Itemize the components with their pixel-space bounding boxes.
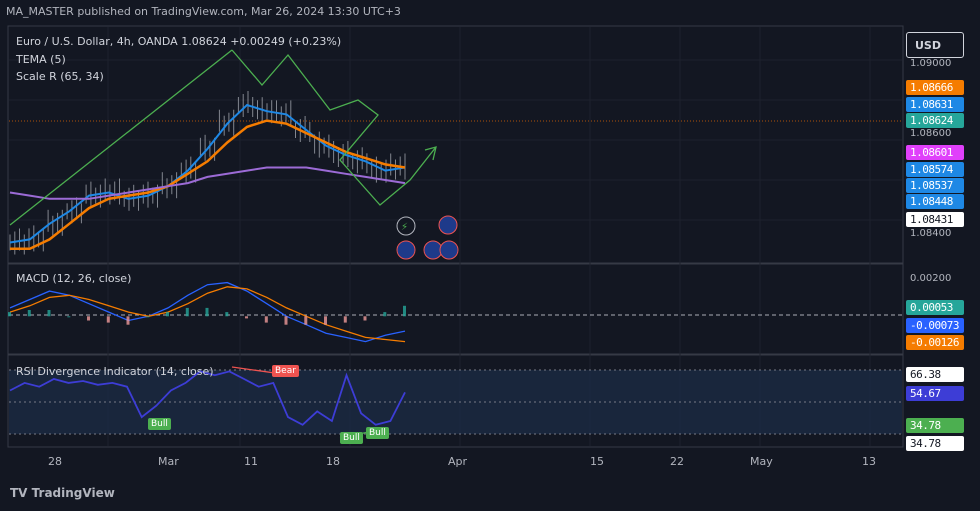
price-tick-label: 1.08600 [910, 128, 952, 139]
macd-histogram-bar [343, 316, 347, 323]
price-tick-label: 1.08400 [910, 228, 952, 239]
macd-pane-frame [7, 263, 904, 355]
chart-canvas: ⚡ [7, 25, 904, 448]
tv-logo-text: TradingView [31, 486, 115, 500]
price-tag-label: 0.00053 [906, 300, 964, 315]
event-icon-glyph: ⚡ [401, 222, 408, 233]
price-tick-label: 1.09000 [910, 58, 952, 69]
price-tag-label: 54.67 [906, 386, 964, 401]
macd-histogram-bar [8, 312, 11, 317]
macd-histogram-bar [383, 312, 387, 317]
price-tag-label: 1.08601 [906, 145, 964, 160]
main-legend-scale: Scale R (65, 34) [16, 70, 104, 83]
price-tag-label: 1.08666 [906, 80, 964, 95]
time-tick-label: 18 [326, 455, 340, 468]
time-tick-label: 22 [670, 455, 684, 468]
currency-button[interactable]: USD [906, 32, 964, 58]
main-legend-title: Euro / U.S. Dollar, 4h, OANDA 1.08624 +0… [16, 35, 342, 48]
time-tick-label: Apr [448, 455, 468, 468]
rsi-legend: RSI Divergence Indicator (14, close) [16, 365, 214, 378]
macd-histogram-bar [67, 316, 71, 318]
time-tick-label: 11 [244, 455, 258, 468]
tv-logo-icon: 𝗧𝗩 [10, 486, 32, 500]
publish-header: MA_MASTER published on TradingView.com, … [6, 5, 401, 18]
macd-histogram-bar [47, 310, 51, 317]
time-tick-label: Mar [158, 455, 179, 468]
main-legend-tema: TEMA (5) [16, 53, 66, 66]
price-tick-label: 0.00200 [910, 273, 952, 284]
macd-histogram-bar [27, 310, 31, 317]
bull-marker: Bull [148, 418, 171, 430]
flag-icon [439, 240, 459, 260]
macd-histogram-bar [146, 316, 150, 318]
time-tick-label: 13 [862, 455, 876, 468]
price-tag-label: 1.08624 [906, 113, 964, 128]
macd-histogram-bar [403, 305, 406, 317]
price-tag-label: 34.78 [906, 436, 964, 451]
macd-histogram-bar [324, 316, 327, 325]
macd-histogram-bar [245, 316, 248, 319]
macd-histogram-bar [185, 307, 189, 317]
flag-icon [438, 215, 458, 235]
bull-marker: Bull [366, 427, 389, 439]
time-tick-label: 28 [48, 455, 62, 468]
price-tag-label: 1.08537 [906, 178, 964, 193]
flag-icon [423, 240, 443, 260]
price-tag-label: 1.08574 [906, 162, 964, 177]
time-tick-label: May [750, 455, 773, 468]
price-tag-label: 66.38 [906, 367, 964, 382]
macd-histogram-bar [264, 316, 268, 323]
macd-histogram-bar [106, 316, 110, 323]
price-tag-label: -0.00073 [906, 318, 964, 333]
macd-histogram-bar [284, 316, 288, 325]
bull-marker: Bull [340, 432, 363, 444]
macd-histogram-bar [126, 316, 130, 325]
macd-histogram-bar [225, 312, 229, 317]
price-tag-label: -0.00126 [906, 335, 964, 350]
macd-histogram-bar [87, 316, 90, 321]
bear-marker: Bear [272, 365, 299, 377]
price-tag-label: 1.08631 [906, 97, 964, 112]
time-tick-label: 15 [590, 455, 604, 468]
macd-histogram-bar [166, 312, 169, 317]
price-tag-label: 34.78 [906, 418, 964, 433]
price-tag-label: 1.08431 [906, 212, 964, 227]
macd-histogram-bar [304, 316, 308, 325]
tradingview-logo: 𝗧𝗩 TradingView [10, 486, 115, 500]
macd-histogram-bar [363, 316, 367, 321]
price-tag-label: 1.08448 [906, 194, 964, 209]
macd-histogram-bar [205, 307, 209, 317]
macd-legend: MACD (12, 26, close) [16, 272, 132, 285]
flag-icon [396, 240, 416, 260]
